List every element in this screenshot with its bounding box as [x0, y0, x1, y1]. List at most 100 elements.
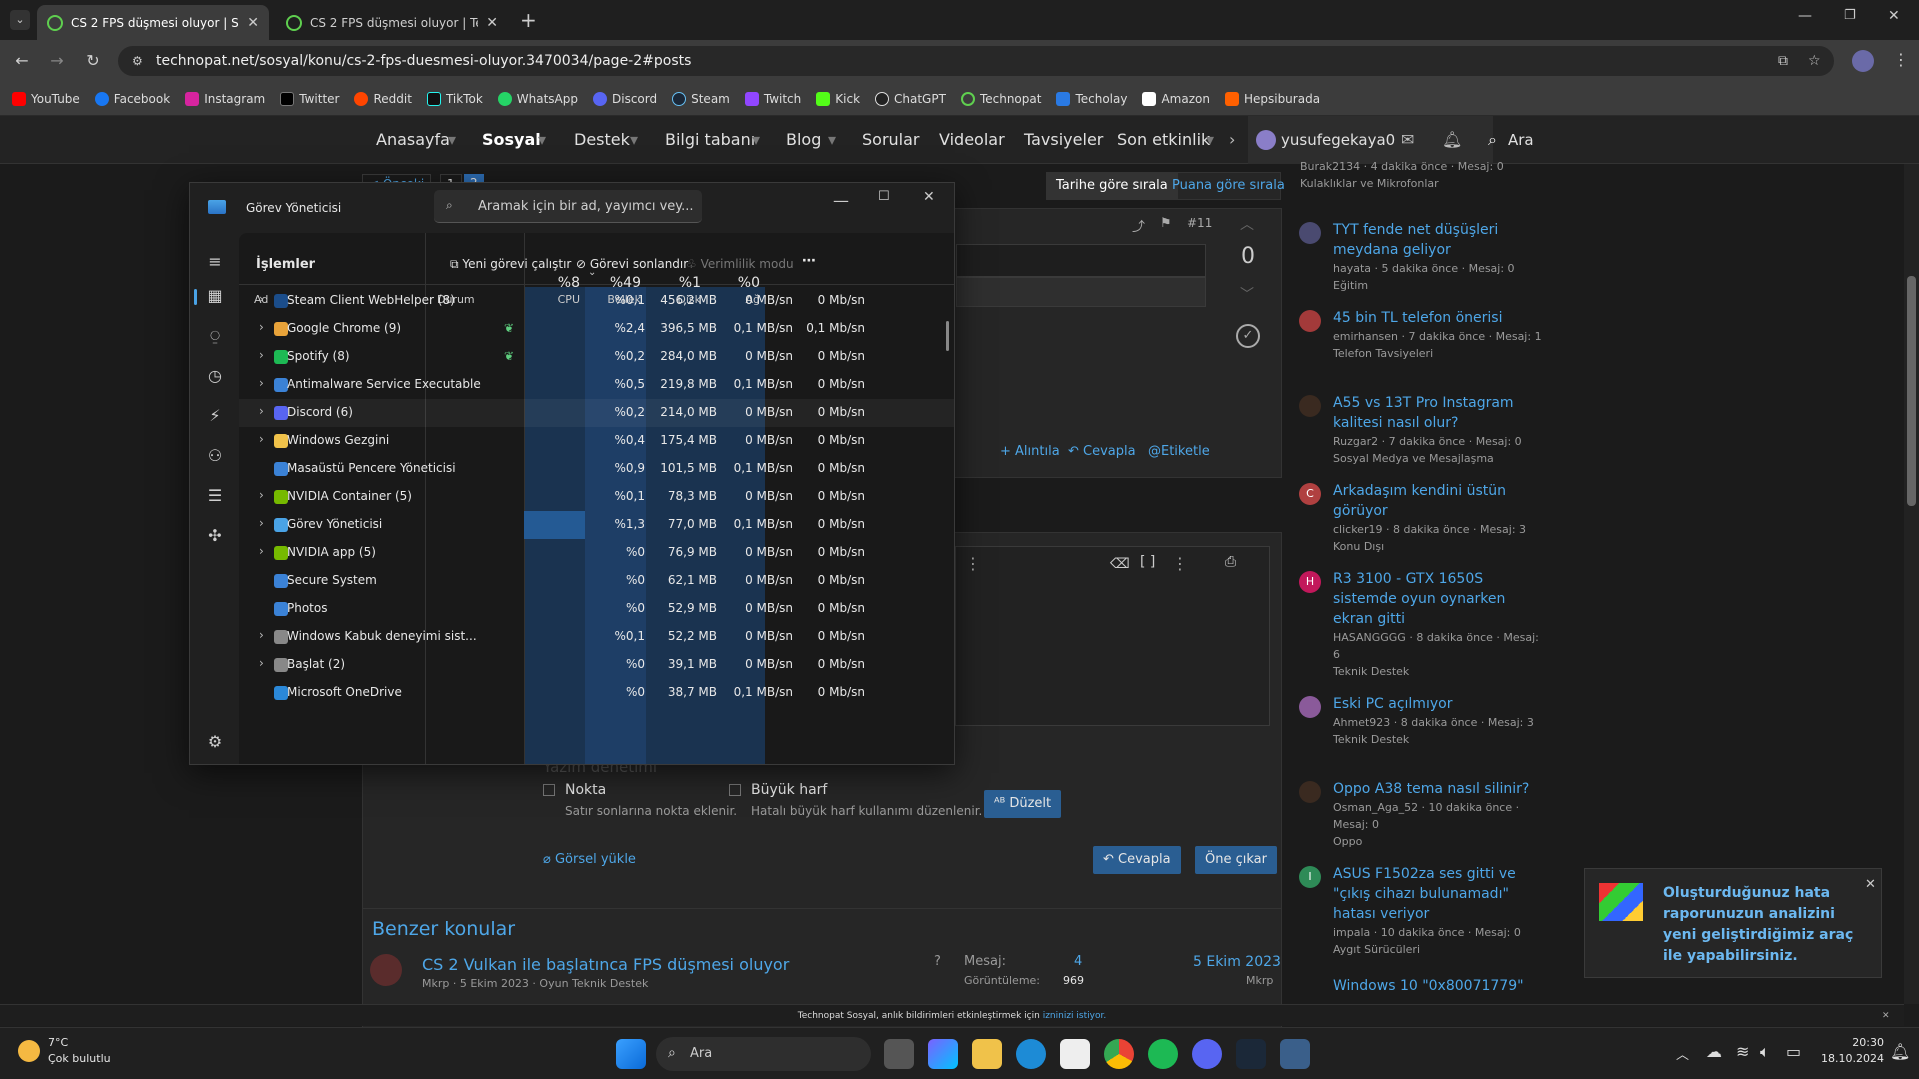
chrome-icon[interactable] — [1104, 1039, 1134, 1069]
notif-link[interactable]: izninizi istiyor. — [1043, 1011, 1107, 1021]
list-item[interactable]: Windows 10 "0x80071779" — [1333, 976, 1543, 1002]
chevron-down-icon[interactable]: ▾ — [448, 116, 456, 164]
feature-button[interactable]: Öne çıkar — [1195, 846, 1277, 874]
nav-recommendations[interactable]: Tavsiyeler — [1024, 116, 1103, 164]
search-icon[interactable]: ⌕ — [1488, 116, 1497, 164]
nav-questions[interactable]: Sorular — [862, 116, 920, 164]
bookmark-techolay[interactable]: Techolay — [1056, 91, 1127, 106]
edge-icon[interactable] — [1016, 1039, 1046, 1069]
users-icon[interactable]: ⚇ — [204, 445, 226, 467]
chevron-down-icon[interactable]: ▾ — [1206, 116, 1214, 164]
list-item[interactable]: TYT fende net düşüşleri meydana geliyor … — [1299, 220, 1543, 294]
tab-inactive[interactable]: CS 2 FPS düşmesi oluyor | Techn ✕ — [276, 5, 508, 40]
tag-link[interactable]: @Etiketle — [1148, 444, 1210, 459]
restore-window-button[interactable]: ❐ — [1844, 8, 1856, 23]
store-icon[interactable] — [1060, 1039, 1090, 1069]
close-tab-icon[interactable]: ✕ — [486, 15, 498, 31]
weather-desc[interactable]: Çok bulutlu — [48, 1052, 111, 1065]
share-icon[interactable]: ⤴ — [1132, 216, 1145, 235]
accept-answer-icon[interactable]: ✓ — [1236, 324, 1260, 348]
avatar[interactable] — [1256, 130, 1276, 150]
page-scrollbar[interactable] — [1904, 164, 1919, 1004]
more-icon[interactable]: ⋮ — [1172, 554, 1188, 573]
volume-icon[interactable]: 🔈︎ — [1760, 1042, 1770, 1062]
code-icon[interactable]: [ ] — [1140, 554, 1155, 570]
nav-knowledge[interactable]: Bilgi tabanı — [665, 116, 755, 164]
onedrive-icon[interactable]: ☁ — [1706, 1042, 1722, 1061]
close-icon[interactable]: ✕ — [1865, 877, 1876, 892]
similar-last-user[interactable]: Mkrp — [1246, 974, 1273, 987]
bookmark-reddit[interactable]: Reddit — [354, 91, 412, 106]
list-item[interactable]: Burak2134 · 4 dakika önce · Mesaj: 0 Kul… — [1300, 158, 1540, 192]
chevron-right-icon[interactable]: › — [259, 376, 264, 390]
install-icon[interactable]: ⧉ — [1778, 46, 1788, 76]
post-number[interactable]: #11 — [1187, 216, 1212, 230]
chevron-right-icon[interactable]: › — [259, 348, 264, 362]
bookmark-whatsapp[interactable]: WhatsApp — [497, 91, 578, 106]
process-row[interactable]: › Başlat (2) %0 39,1 MB 0 MB/sn 0 Mb/sn — [239, 651, 954, 679]
chevron-right-icon[interactable]: › — [259, 628, 264, 642]
bell-icon[interactable]: 🔔︎ — [1442, 116, 1462, 164]
list-item[interactable]: I ASUS F1502za ses gitti ve "çıkış cihaz… — [1299, 864, 1543, 958]
list-item[interactable]: H R3 3100 - GTX 1650S sistemde oyun oyna… — [1299, 569, 1543, 680]
sort-by-score-tab[interactable]: Puana göre sırala — [1172, 172, 1285, 200]
list-item[interactable]: Eski PC açılmıyor Ahmet923 · 8 dakika ön… — [1299, 694, 1543, 748]
bookmark-chatgpt[interactable]: ChatGPT — [875, 91, 946, 106]
bookmark-instagram[interactable]: Instagram — [185, 91, 265, 106]
chevron-down-icon[interactable]: ▾ — [752, 116, 760, 164]
inbox-icon[interactable]: ✉ — [1401, 116, 1414, 164]
fix-button[interactable]: ᴬᴮ Düzelt — [984, 790, 1062, 818]
list-item[interactable]: A55 vs 13T Pro Instagram kalitesi nasıl … — [1299, 393, 1543, 467]
chevron-right-icon[interactable]: › — [1229, 116, 1235, 164]
chevron-right-icon[interactable]: › — [259, 516, 264, 530]
performance-icon[interactable]: ⍜ — [204, 325, 226, 347]
profile-avatar[interactable] — [1852, 50, 1874, 72]
start-icon[interactable] — [616, 1039, 646, 1069]
run-new-task-button[interactable]: ⧉ Yeni görevi çalıştır — [450, 257, 571, 272]
process-row[interactable]: › Windows Gezgini %0,4 175,4 MB 0 MB/sn 0 Mb/… — [239, 427, 954, 455]
taskmanager-icon[interactable] — [1280, 1039, 1310, 1069]
new-tab-button[interactable]: + — [520, 8, 537, 32]
chevron-right-icon[interactable]: › — [259, 320, 264, 334]
bookmark-twitch[interactable]: Twitch — [744, 91, 801, 106]
weather-temp[interactable]: 7°C — [48, 1036, 68, 1049]
bookmark-technopat[interactable]: Technopat — [960, 91, 1041, 106]
similar-topic-title[interactable]: CS 2 Vulkan ile başlatınca FPS düşmesi o… — [422, 955, 789, 974]
more-icon[interactable]: ⋮ — [965, 554, 981, 573]
process-row[interactable]: › NVIDIA app (5) %0 76,9 MB 0 MB/sn 0 Mb/sn — [239, 539, 954, 567]
scrollbar-thumb[interactable] — [1907, 276, 1916, 506]
search-label[interactable]: Ara — [1508, 116, 1534, 164]
preview-icon[interactable]: ⎙ — [1225, 554, 1236, 570]
startup-icon[interactable]: ⚡ — [204, 405, 226, 427]
process-row[interactable]: › NVIDIA Container (5) %0,1 78,3 MB 0 MB/sn 0… — [239, 483, 954, 511]
chevron-right-icon[interactable]: › — [259, 292, 264, 306]
address-bar[interactable]: ⚙ technopat.net/sosyal/konu/cs-2-fps-due… — [118, 46, 1834, 76]
discord-icon[interactable] — [1192, 1039, 1222, 1069]
capital-checkbox[interactable] — [729, 784, 741, 796]
settings-icon[interactable]: ⚙ — [204, 731, 226, 753]
details-icon[interactable]: ☰ — [204, 485, 226, 507]
bookmark-steam[interactable]: Steam — [672, 91, 730, 106]
app-history-icon[interactable]: ◷ — [204, 365, 226, 387]
list-item[interactable]: C Arkadaşım kendini üstün görüyor clicke… — [1299, 481, 1543, 555]
reload-icon[interactable]: ↻ — [83, 51, 103, 71]
quote-button[interactable]: + Alıntıla — [1000, 444, 1060, 459]
chevron-right-icon[interactable]: › — [259, 432, 264, 446]
more-options-icon[interactable]: ⋯ — [802, 253, 816, 269]
close-icon[interactable]: ✕ — [1882, 1005, 1890, 1027]
minimize-icon[interactable]: — — [833, 191, 849, 210]
reply-link[interactable]: ↶ Cevapla — [1068, 444, 1136, 459]
weather-icon[interactable] — [18, 1040, 40, 1062]
process-row[interactable]: Microsoft OneDrive %0 38,7 MB 0,1 MB/sn 0 Mb… — [239, 679, 954, 707]
efficiency-mode-button[interactable]: ♧ Verimlilik modu — [686, 257, 794, 271]
process-row[interactable]: Secure System %0 62,1 MB 0 MB/sn 0 Mb/sn — [239, 567, 954, 595]
bookmark-youtube[interactable]: YouTube — [12, 91, 80, 106]
bookmark-star-icon[interactable]: ☆ — [1808, 46, 1821, 76]
period-checkbox[interactable] — [543, 784, 555, 796]
clock-date[interactable]: 18.10.2024 — [1814, 1052, 1884, 1065]
chevron-right-icon[interactable]: › — [259, 404, 264, 418]
chevron-right-icon[interactable]: › — [259, 488, 264, 502]
steam-icon[interactable] — [1236, 1039, 1266, 1069]
wifi-icon[interactable]: ≋ — [1736, 1042, 1749, 1061]
spotify-icon[interactable] — [1148, 1039, 1178, 1069]
